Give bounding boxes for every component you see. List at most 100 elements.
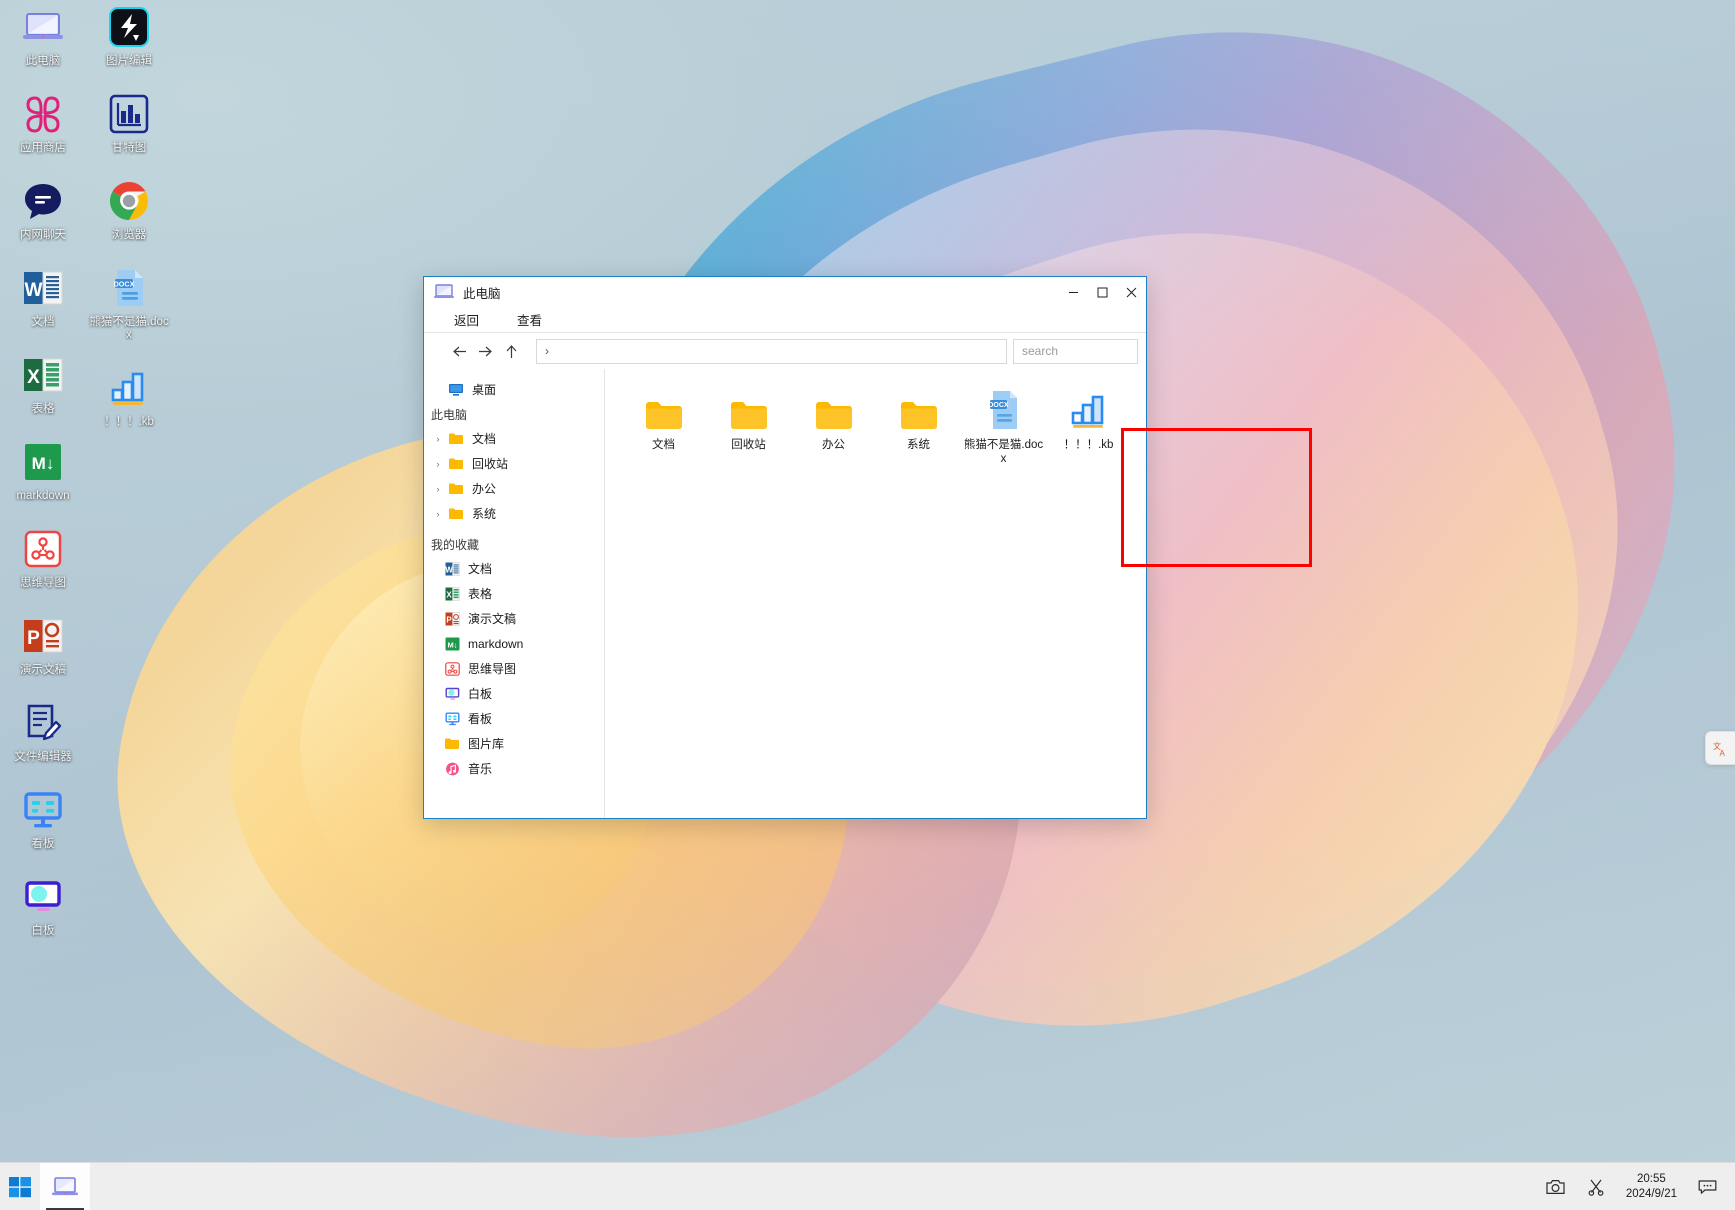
start-button[interactable] — [0, 1163, 40, 1210]
sidebar-fav-item-spreadsheet[interactable]: X 表格 — [424, 581, 604, 606]
taskbar[interactable]: 20:55 2024/9/21 — [0, 1162, 1735, 1210]
desktop-icon-powerpoint[interactable]: P 演示文稿 — [0, 613, 86, 677]
sidebar-tree-item-office[interactable]: › 办公 — [424, 476, 604, 501]
svg-text:M↓: M↓ — [32, 454, 55, 473]
sidebar-fav-item-documents[interactable]: W 文档 — [424, 556, 604, 581]
desktop-icon-kanban[interactable]: 看板 — [0, 787, 86, 851]
svg-text:M↓: M↓ — [447, 640, 457, 649]
sidebar-fav-item-music[interactable]: 音乐 — [424, 756, 604, 781]
file-item-folder-documents[interactable]: 文档 — [621, 385, 706, 466]
navigation-sidebar[interactable]: 桌面 此电脑 › 文档 › 回收站 › 办公 › 系统 我的收藏 W 文档 X … — [424, 369, 605, 818]
chevron-right-icon[interactable]: › — [430, 459, 446, 469]
menu-item-view[interactable]: 查看 — [513, 308, 546, 331]
desktop-icon-image-editor[interactable]: 图片编辑 — [86, 4, 172, 68]
close-button[interactable] — [1117, 277, 1146, 307]
sidebar-fav-item-kanban[interactable]: 看板 — [424, 706, 604, 731]
chevron-right-icon[interactable]: › — [430, 434, 446, 444]
forward-button[interactable] — [472, 338, 498, 364]
desktop-icon-whiteboard[interactable]: 白板 — [0, 874, 86, 938]
computer-icon — [20, 4, 66, 50]
word-icon: W — [20, 265, 66, 311]
translate-widget[interactable]: 文 A — [1705, 731, 1735, 765]
svg-text:X: X — [27, 367, 40, 388]
whiteboard-icon — [20, 874, 66, 920]
file-explorer-window[interactable]: 此电脑 返回 查看 › search 桌面 此电脑 › 文档 › 回收站 › 办… — [423, 276, 1312, 819]
translate-icon: 文 A — [1713, 741, 1726, 757]
window-titlebar[interactable]: 此电脑 — [424, 277, 1146, 307]
whiteboard-icon — [442, 686, 462, 702]
notification-button[interactable] — [1687, 1163, 1727, 1210]
chevron-right-icon[interactable]: › — [430, 484, 446, 494]
sidebar-item-label: 演示文稿 — [468, 612, 517, 626]
music-icon — [442, 761, 462, 777]
file-item-folder-recycle-bin[interactable]: 回收站 — [706, 385, 791, 466]
maximize-button[interactable] — [1088, 277, 1117, 307]
word-icon: W — [442, 561, 462, 577]
taskbar-clock[interactable]: 20:55 2024/9/21 — [1616, 1163, 1687, 1210]
desktop-icon-label: 表格 — [31, 403, 55, 415]
search-input[interactable]: search — [1013, 338, 1138, 364]
desktop-icon-label: 此电脑 — [25, 55, 61, 67]
file-item-label: 系统 — [907, 439, 930, 451]
file-item-docx[interactable]: DOCX 熊猫不是猫.docx — [961, 385, 1046, 466]
sidebar-item-desktop[interactable]: 桌面 — [424, 377, 604, 402]
kanban-icon — [20, 787, 66, 833]
back-button[interactable] — [446, 338, 472, 364]
folder-icon — [442, 736, 462, 752]
file-item-folder-office[interactable]: 办公 — [791, 385, 876, 466]
sidebar-tree-item-recycle-bin[interactable]: › 回收站 — [424, 451, 604, 476]
desktop-icon-excel-sheet[interactable]: X 表格 — [0, 352, 86, 416]
sidebar-item-label: 文档 — [468, 562, 493, 576]
sidebar-item-label: markdown — [468, 636, 524, 651]
file-grid: 文档 回收站 办公 系统 DOCX 熊猫不是猫.docx ！！！.kb — [605, 369, 1146, 466]
file-item-folder-system[interactable]: 系统 — [876, 385, 961, 466]
sidebar-fav-item-whiteboard[interactable]: 白板 — [424, 681, 604, 706]
window-body: 桌面 此电脑 › 文档 › 回收站 › 办公 › 系统 我的收藏 W 文档 X … — [424, 369, 1312, 818]
desktop-icon-intranet-chat[interactable]: 内网聊天 — [0, 178, 86, 242]
desktop-icon-chart-file[interactable]: ！！！.kb — [86, 365, 172, 429]
desktop-icon-mindmap[interactable]: 思维导图 — [0, 526, 86, 590]
up-button[interactable] — [498, 338, 524, 364]
sidebar-fav-item-presentation[interactable]: P 演示文稿 — [424, 606, 604, 631]
minimize-button[interactable] — [1059, 277, 1088, 307]
powerpoint-icon: P — [20, 613, 66, 659]
window-controls — [1059, 277, 1146, 307]
desktop-icon-this-pc[interactable]: 此电脑 — [0, 4, 86, 68]
sidebar-tree-item-system[interactable]: › 系统 — [424, 501, 604, 526]
sidebar-fav-item-markdown[interactable]: M↓ markdown — [424, 631, 604, 656]
folder-icon — [446, 506, 466, 522]
desktop-icon-column-right: 图片编辑 甘特图 浏览器 DOCX 熊猫不是猫.docx ！！！.kb — [86, 4, 172, 452]
sidebar-fav-item-picture-library[interactable]: 图片库 — [424, 731, 604, 756]
desktop-icon-app-store[interactable]: 应用商店 — [0, 91, 86, 155]
chevron-right-icon[interactable]: › — [430, 509, 446, 519]
desktop-icon-browser[interactable]: 浏览器 — [86, 178, 172, 242]
kanban-icon — [442, 711, 462, 727]
path-breadcrumb-input[interactable]: › — [536, 338, 1007, 364]
sidebar-fav-item-mindmap[interactable]: 思维导图 — [424, 656, 604, 681]
system-tray: 20:55 2024/9/21 — [1536, 1163, 1735, 1210]
file-item-label: 办公 — [822, 439, 845, 451]
chat-bubble-icon — [1698, 1179, 1716, 1194]
taskbar-item-file-explorer[interactable] — [40, 1162, 90, 1210]
bar-chart-file-icon — [1067, 389, 1111, 431]
markdown-icon: M↓ — [20, 439, 66, 485]
window-title: 此电脑 — [463, 286, 501, 301]
desktop-icon-gantt-chart[interactable]: 甘特图 — [86, 91, 172, 155]
sidebar-tree-item-documents[interactable]: › 文档 — [424, 426, 604, 451]
desktop-icon-label: 浏览器 — [111, 229, 147, 241]
screenshot-button[interactable] — [1536, 1163, 1576, 1210]
sidebar-group-favorites: 我的收藏 — [431, 537, 480, 552]
desktop-icon-file-editor[interactable]: 文件编辑器 — [0, 700, 86, 764]
sidebar-item-label: 桌面 — [472, 383, 497, 397]
menu-item-back[interactable]: 返回 — [450, 308, 483, 331]
sidebar-item-label: 图片库 — [468, 737, 505, 751]
desktop-icon-label: 白板 — [31, 925, 55, 937]
chat-icon — [20, 178, 66, 224]
file-item-chart-kb[interactable]: ！！！.kb — [1046, 385, 1131, 466]
snip-button[interactable] — [1576, 1163, 1616, 1210]
desktop-icon-word-doc[interactable]: W 文档 — [0, 265, 86, 329]
folder-icon — [446, 431, 466, 447]
desktop-icon-docx-file[interactable]: DOCX 熊猫不是猫.docx — [86, 265, 172, 342]
file-list-area[interactable]: 文档 回收站 办公 系统 DOCX 熊猫不是猫.docx ！！！.kb — [605, 369, 1312, 818]
desktop-icon-markdown[interactable]: M↓ markdown — [0, 439, 86, 503]
